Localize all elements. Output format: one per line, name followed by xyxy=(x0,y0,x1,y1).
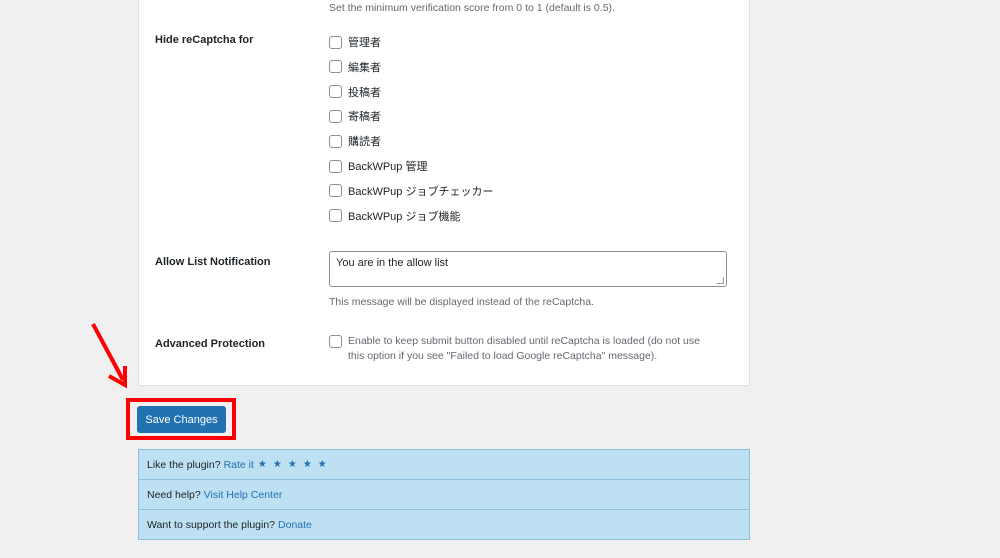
role-option[interactable]: 購読者 xyxy=(329,133,381,149)
advanced-line1: Enable to keep submit button disabled un… xyxy=(348,335,700,347)
advanced-line2: this option if you see "Failed to load G… xyxy=(348,350,658,362)
role-label: 投稿者 xyxy=(348,86,381,99)
role-checkbox[interactable] xyxy=(329,85,342,99)
role-label: 編集者 xyxy=(348,61,381,74)
role-option[interactable]: 管理者 xyxy=(329,34,381,50)
rate-link[interactable]: Rate it xyxy=(224,459,254,471)
rate-row: Like the plugin? Rate it ★★★★★ xyxy=(138,449,750,480)
settings-card: Set the minimum verification score from … xyxy=(138,0,750,386)
role-checkbox[interactable] xyxy=(329,209,342,223)
donate-text: Want to support the plugin? xyxy=(147,518,276,531)
help-text: Need help? xyxy=(147,488,201,501)
role-checkbox[interactable] xyxy=(329,134,342,148)
star-icons[interactable]: ★★★★★ xyxy=(258,459,333,470)
role-option[interactable]: BackWPup ジョブ機能 xyxy=(329,208,460,224)
save-changes-button[interactable]: Save Changes xyxy=(137,406,226,433)
role-label: 管理者 xyxy=(348,37,381,49)
role-label: BackWPup 管理 xyxy=(348,161,428,173)
role-option[interactable]: 投稿者 xyxy=(329,84,381,100)
role-label: BackWPup ジョブ機能 xyxy=(348,210,461,223)
advanced-protection-option[interactable]: Enable to keep submit button disabled un… xyxy=(329,334,700,364)
score-description: Set the minimum verification score from … xyxy=(329,2,615,14)
role-option[interactable]: 編集者 xyxy=(329,59,381,75)
role-label: 購読者 xyxy=(348,136,381,149)
role-checkbox[interactable] xyxy=(329,109,342,123)
donate-row: Want to support the plugin? Donate xyxy=(138,509,750,540)
rate-text: Like the plugin? xyxy=(147,458,221,471)
role-checkbox[interactable] xyxy=(329,60,342,74)
advanced-protection-checkbox[interactable] xyxy=(329,335,342,348)
help-row: Need help? Visit Help Center xyxy=(138,479,750,510)
allow-list-value: You are in the allow list xyxy=(336,257,449,269)
role-option[interactable]: 寄稿者 xyxy=(329,108,381,124)
red-arrow-annotation xyxy=(91,323,127,389)
allow-list-description: This message will be displayed instead o… xyxy=(329,296,594,308)
allow-list-label: Allow List Notification xyxy=(155,256,271,268)
resize-handle[interactable] xyxy=(717,277,724,284)
role-checkbox[interactable] xyxy=(329,159,342,173)
role-option[interactable]: BackWPup ジョブチェッカー xyxy=(329,183,493,199)
allow-list-textarea[interactable]: You are in the allow list xyxy=(329,251,727,287)
role-checkbox[interactable] xyxy=(329,35,342,49)
hide-recaptcha-label: Hide reCaptcha for xyxy=(155,34,254,46)
role-checkbox[interactable] xyxy=(329,184,342,198)
advanced-protection-label: Advanced Protection xyxy=(155,338,266,350)
help-center-link[interactable]: Visit Help Center xyxy=(204,489,283,501)
role-label: 寄稿者 xyxy=(348,111,381,124)
donate-link[interactable]: Donate xyxy=(278,519,312,531)
role-option[interactable]: BackWPup 管理 xyxy=(329,158,427,174)
role-label: BackWPup ジョブチェッカー xyxy=(348,185,494,198)
